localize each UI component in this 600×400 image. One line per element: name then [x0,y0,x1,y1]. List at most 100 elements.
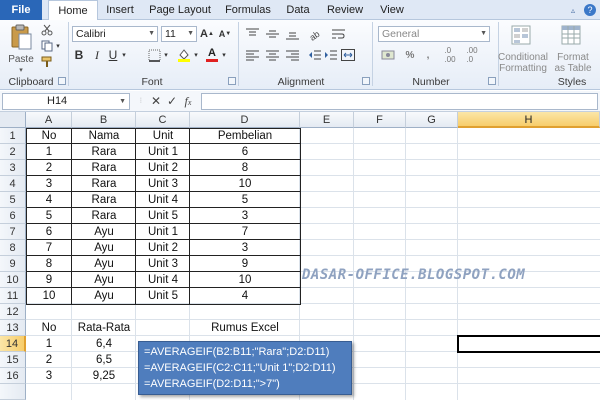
column-header-e[interactable]: E [300,112,354,128]
column-header-b[interactable]: B [72,112,136,128]
table-cell[interactable]: 2 [26,160,72,176]
table-cell[interactable]: 5 [26,208,72,224]
fill-color-icon[interactable] [176,47,192,63]
font-color-icon[interactable]: A [204,47,220,63]
number-dialog-launcher-icon[interactable] [488,77,496,85]
merge-center-icon[interactable] [340,47,356,63]
cell-header-unit[interactable]: Unit [136,128,190,144]
increase-indent-icon[interactable] [322,47,338,63]
font-name-select[interactable]: Calibri ▼ [72,26,158,42]
row-header[interactable]: 5 [0,192,26,208]
formula-input[interactable] [201,93,598,110]
result-cell[interactable]: 6,5 [72,352,136,368]
format-as-table-button[interactable]: Format as Table [551,52,595,74]
font-size-select[interactable]: 11 ▼ [161,26,197,42]
underline-icon[interactable]: U [106,47,120,63]
table-cell[interactable]: 6 [26,224,72,240]
tab-home[interactable]: Home [48,0,98,21]
conditional-formatting-button[interactable]: Conditional Formatting [496,52,550,74]
alignment-dialog-launcher-icon[interactable] [362,77,370,85]
comma-style-icon[interactable]: , [420,47,436,63]
table-cell[interactable]: 6 [190,144,300,160]
table-cell[interactable]: 5 [190,192,300,208]
table-cell[interactable]: Rara [72,160,136,176]
table-cell[interactable]: Rara [72,208,136,224]
italic-icon[interactable]: I [90,47,104,63]
paste-dropdown-icon[interactable]: ▾ [14,65,28,76]
tab-page-layout[interactable]: Page Layout [146,0,214,20]
decrease-indent-icon[interactable] [306,47,322,63]
table-cell[interactable]: Rara [72,176,136,192]
table-cell[interactable]: 8 [190,160,300,176]
cell-header-no-result[interactable]: No [26,320,72,336]
table-cell[interactable]: 9 [190,256,300,272]
column-header-a[interactable]: A [26,112,72,128]
paste-button[interactable]: Paste [4,54,38,65]
row-header[interactable]: 16 [0,368,26,384]
fill-color-dropdown-icon[interactable]: ▾ [192,47,200,63]
help-icon[interactable]: ? [584,4,596,16]
minimize-ribbon-icon[interactable]: ▵ [571,6,581,16]
row-header[interactable]: 10 [0,272,26,288]
font-color-dropdown-icon[interactable]: ▾ [220,47,228,63]
row-header[interactable]: 15 [0,352,26,368]
table-cell[interactable]: 7 [190,224,300,240]
cell-header-nama[interactable]: Nama [72,128,136,144]
increase-decimal-icon[interactable]: .0.00 [440,46,460,64]
table-cell[interactable]: Rara [72,144,136,160]
wrap-text-icon[interactable] [330,26,346,42]
row-header[interactable]: 11 [0,288,26,304]
percent-style-icon[interactable]: % [402,47,418,63]
orientation-icon[interactable]: ab [306,26,322,42]
result-cell[interactable]: 3 [26,368,72,384]
row-header[interactable]: 9 [0,256,26,272]
tab-file[interactable]: File [0,0,42,20]
row-header[interactable]: 7 [0,224,26,240]
table-cell[interactable]: Unit 1 [136,224,190,240]
align-middle-icon[interactable] [264,26,280,42]
row-header[interactable]: 4 [0,176,26,192]
table-cell[interactable]: Unit 4 [136,192,190,208]
copy-dropdown-icon[interactable]: ▾ [54,40,62,52]
align-right-icon[interactable] [284,47,300,63]
column-header-h[interactable]: H [458,112,600,128]
table-cell[interactable]: Unit 5 [136,208,190,224]
align-top-icon[interactable] [244,26,260,42]
align-bottom-icon[interactable] [284,26,300,42]
table-cell[interactable]: Ayu [72,240,136,256]
align-center-icon[interactable] [264,47,280,63]
table-cell[interactable]: Unit 2 [136,240,190,256]
accounting-format-icon[interactable] [380,47,398,63]
table-cell[interactable]: 8 [26,256,72,272]
tab-insert[interactable]: Insert [100,0,140,20]
table-cell[interactable]: Unit 1 [136,144,190,160]
table-cell[interactable]: 3 [190,240,300,256]
table-cell[interactable]: 3 [26,176,72,192]
shrink-font-icon[interactable]: A ▼ [218,26,232,42]
row-header[interactable]: 6 [0,208,26,224]
table-cell[interactable]: 9 [26,272,72,288]
column-header-d[interactable]: D [190,112,300,128]
clipboard-dialog-launcher-icon[interactable] [58,77,66,85]
table-cell[interactable]: Ayu [72,224,136,240]
borders-icon[interactable] [146,47,162,63]
table-cell[interactable]: 10 [26,288,72,304]
result-cell[interactable]: 1 [26,336,72,352]
table-cell[interactable]: 10 [190,272,300,288]
align-left-icon[interactable] [244,47,260,63]
cell-header-pembelian[interactable]: Pembelian [190,128,300,144]
cell-header-rata-rata[interactable]: Rata-Rata [72,320,136,336]
select-all-corner[interactable] [0,112,26,128]
borders-dropdown-icon[interactable]: ▾ [162,47,170,63]
paste-icon[interactable] [6,23,36,51]
grow-font-icon[interactable]: A ▲ [200,26,214,42]
table-cell[interactable]: Unit 5 [136,288,190,304]
result-cell[interactable]: 2 [26,352,72,368]
table-cell[interactable]: Unit 2 [136,160,190,176]
cell-header-no[interactable]: No [26,128,72,144]
number-format-select[interactable]: General ▼ [378,26,490,42]
cut-icon[interactable] [40,24,54,36]
decrease-decimal-icon[interactable]: .00.0 [462,46,482,64]
insert-function-icon[interactable]: fx [180,93,196,110]
copy-icon[interactable] [40,40,54,52]
